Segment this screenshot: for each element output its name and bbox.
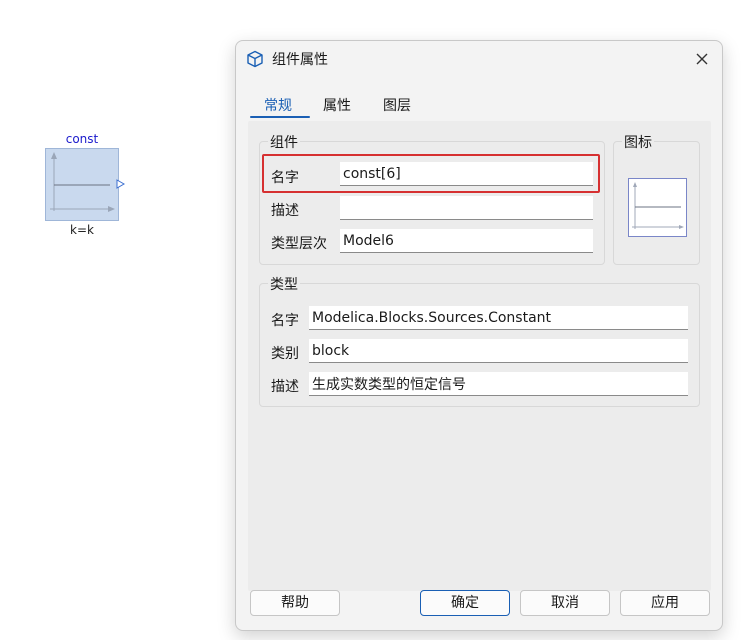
dialog-title: 组件属性 — [272, 52, 328, 68]
cancel-button[interactable]: 取消 — [520, 590, 610, 616]
apply-button[interactable]: 应用 — [620, 590, 710, 616]
tab-content-panel: 组件 名字 描述 类型层次 图标 类型 名字 类别 — [248, 121, 711, 591]
icon-group-title: 图标 — [622, 132, 654, 152]
type-description-field[interactable] — [309, 372, 688, 396]
icon-group — [613, 141, 700, 265]
constant-block-graphic — [50, 152, 115, 212]
help-button[interactable]: 帮助 — [250, 590, 340, 616]
block-param-label: k=k — [70, 223, 94, 237]
active-tab-indicator — [250, 116, 310, 118]
component-properties-dialog: 组件属性 常规 属性 图层 组件 名字 描述 类型层次 — [235, 40, 723, 631]
type-name-field[interactable] — [309, 306, 688, 330]
type-name-label: 名字 — [271, 313, 299, 329]
type-description-label: 描述 — [271, 379, 299, 395]
name-field-highlight — [262, 154, 600, 193]
constant-preview-icon — [632, 182, 684, 229]
cube-icon — [247, 50, 263, 68]
close-icon — [696, 53, 708, 65]
type-category-label: 类别 — [271, 346, 299, 362]
tab-attributes[interactable]: 属性 — [323, 95, 351, 115]
ok-button[interactable]: 确定 — [420, 590, 510, 616]
component-description-field[interactable] — [340, 196, 593, 220]
component-description-label: 描述 — [271, 203, 299, 219]
type-category-field[interactable] — [309, 339, 688, 363]
type-hierarchy-field[interactable] — [340, 229, 593, 253]
dialog-titlebar[interactable]: 组件属性 — [236, 41, 722, 77]
type-hierarchy-label: 类型层次 — [271, 236, 327, 252]
block-name-label: const — [65, 132, 99, 146]
constant-block-icon[interactable] — [45, 148, 119, 221]
tab-general[interactable]: 常规 — [264, 95, 292, 115]
tab-layers[interactable]: 图层 — [383, 95, 411, 115]
output-port-icon[interactable] — [116, 179, 126, 189]
close-button[interactable] — [690, 47, 714, 71]
component-icon-preview — [628, 178, 687, 237]
type-group-title: 类型 — [268, 274, 300, 294]
component-group-title: 组件 — [268, 132, 300, 152]
